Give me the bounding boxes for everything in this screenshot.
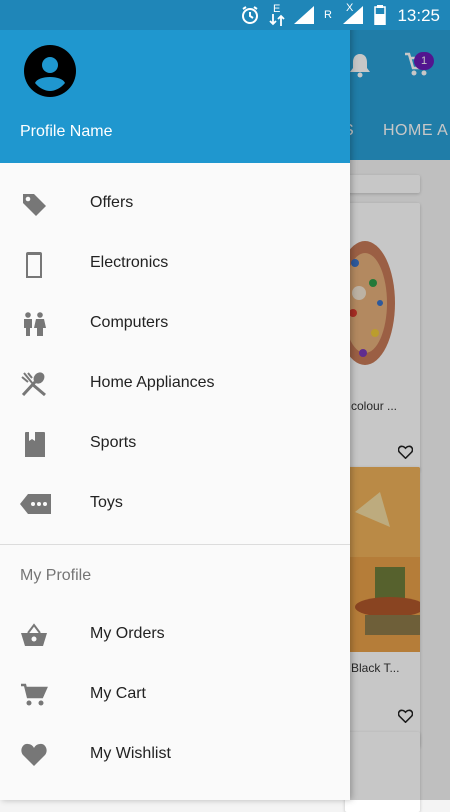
battery-icon <box>374 5 386 25</box>
book-icon <box>25 432 45 457</box>
alarm-icon <box>242 6 258 24</box>
menu-item-label: Sports <box>90 434 137 451</box>
menu-item-label: Electronics <box>90 254 169 271</box>
section-title: My Profile <box>20 567 92 584</box>
utensils-icon <box>21 372 46 396</box>
menu-item-label: My Wishlist <box>90 745 171 762</box>
menu-item-home-appliances[interactable]: Home Appliances <box>0 354 350 414</box>
menu-item-label: Offers <box>90 194 134 211</box>
basket-icon <box>21 623 47 646</box>
signal-icon <box>294 6 314 24</box>
menu-item-my-cart[interactable]: My Cart <box>0 665 350 725</box>
menu-item-label: Home Appliances <box>90 374 215 391</box>
menu-item-my-wishlist[interactable]: My Wishlist <box>0 725 350 785</box>
heart-icon <box>21 743 47 766</box>
smartphone-icon <box>26 252 42 278</box>
status-bar: E R X 13:25 <box>0 0 450 30</box>
roaming-label: R <box>324 9 332 21</box>
menu-item-label: Toys <box>90 494 123 511</box>
menu-divider <box>0 544 350 545</box>
menu-item-label: My Cart <box>90 685 146 702</box>
menu-item-computers[interactable]: Computers <box>0 294 350 354</box>
menu-item-my-orders[interactable]: My Orders <box>0 605 350 665</box>
label-more-icon <box>20 494 51 514</box>
menu-item-electronics[interactable]: Electronics <box>0 234 350 294</box>
data-arrows-icon <box>269 14 285 26</box>
menu-item-sports[interactable]: Sports <box>0 414 350 474</box>
cart-icon <box>21 683 48 706</box>
menu-item-toys[interactable]: Toys <box>0 474 350 534</box>
navigation-drawer: Profile Name Offers Electronics Computer… <box>0 0 350 800</box>
people-icon <box>24 312 46 336</box>
menu-item-offers[interactable]: Offers <box>0 174 350 234</box>
menu-item-label: My Orders <box>90 625 165 642</box>
clock: 13:25 <box>397 6 440 25</box>
signal-icon-2 <box>343 6 363 24</box>
tag-icon <box>23 194 46 216</box>
menu-item-label: Computers <box>90 314 169 331</box>
profile-name: Profile Name <box>20 123 113 140</box>
profile-avatar-icon[interactable] <box>24 45 76 97</box>
